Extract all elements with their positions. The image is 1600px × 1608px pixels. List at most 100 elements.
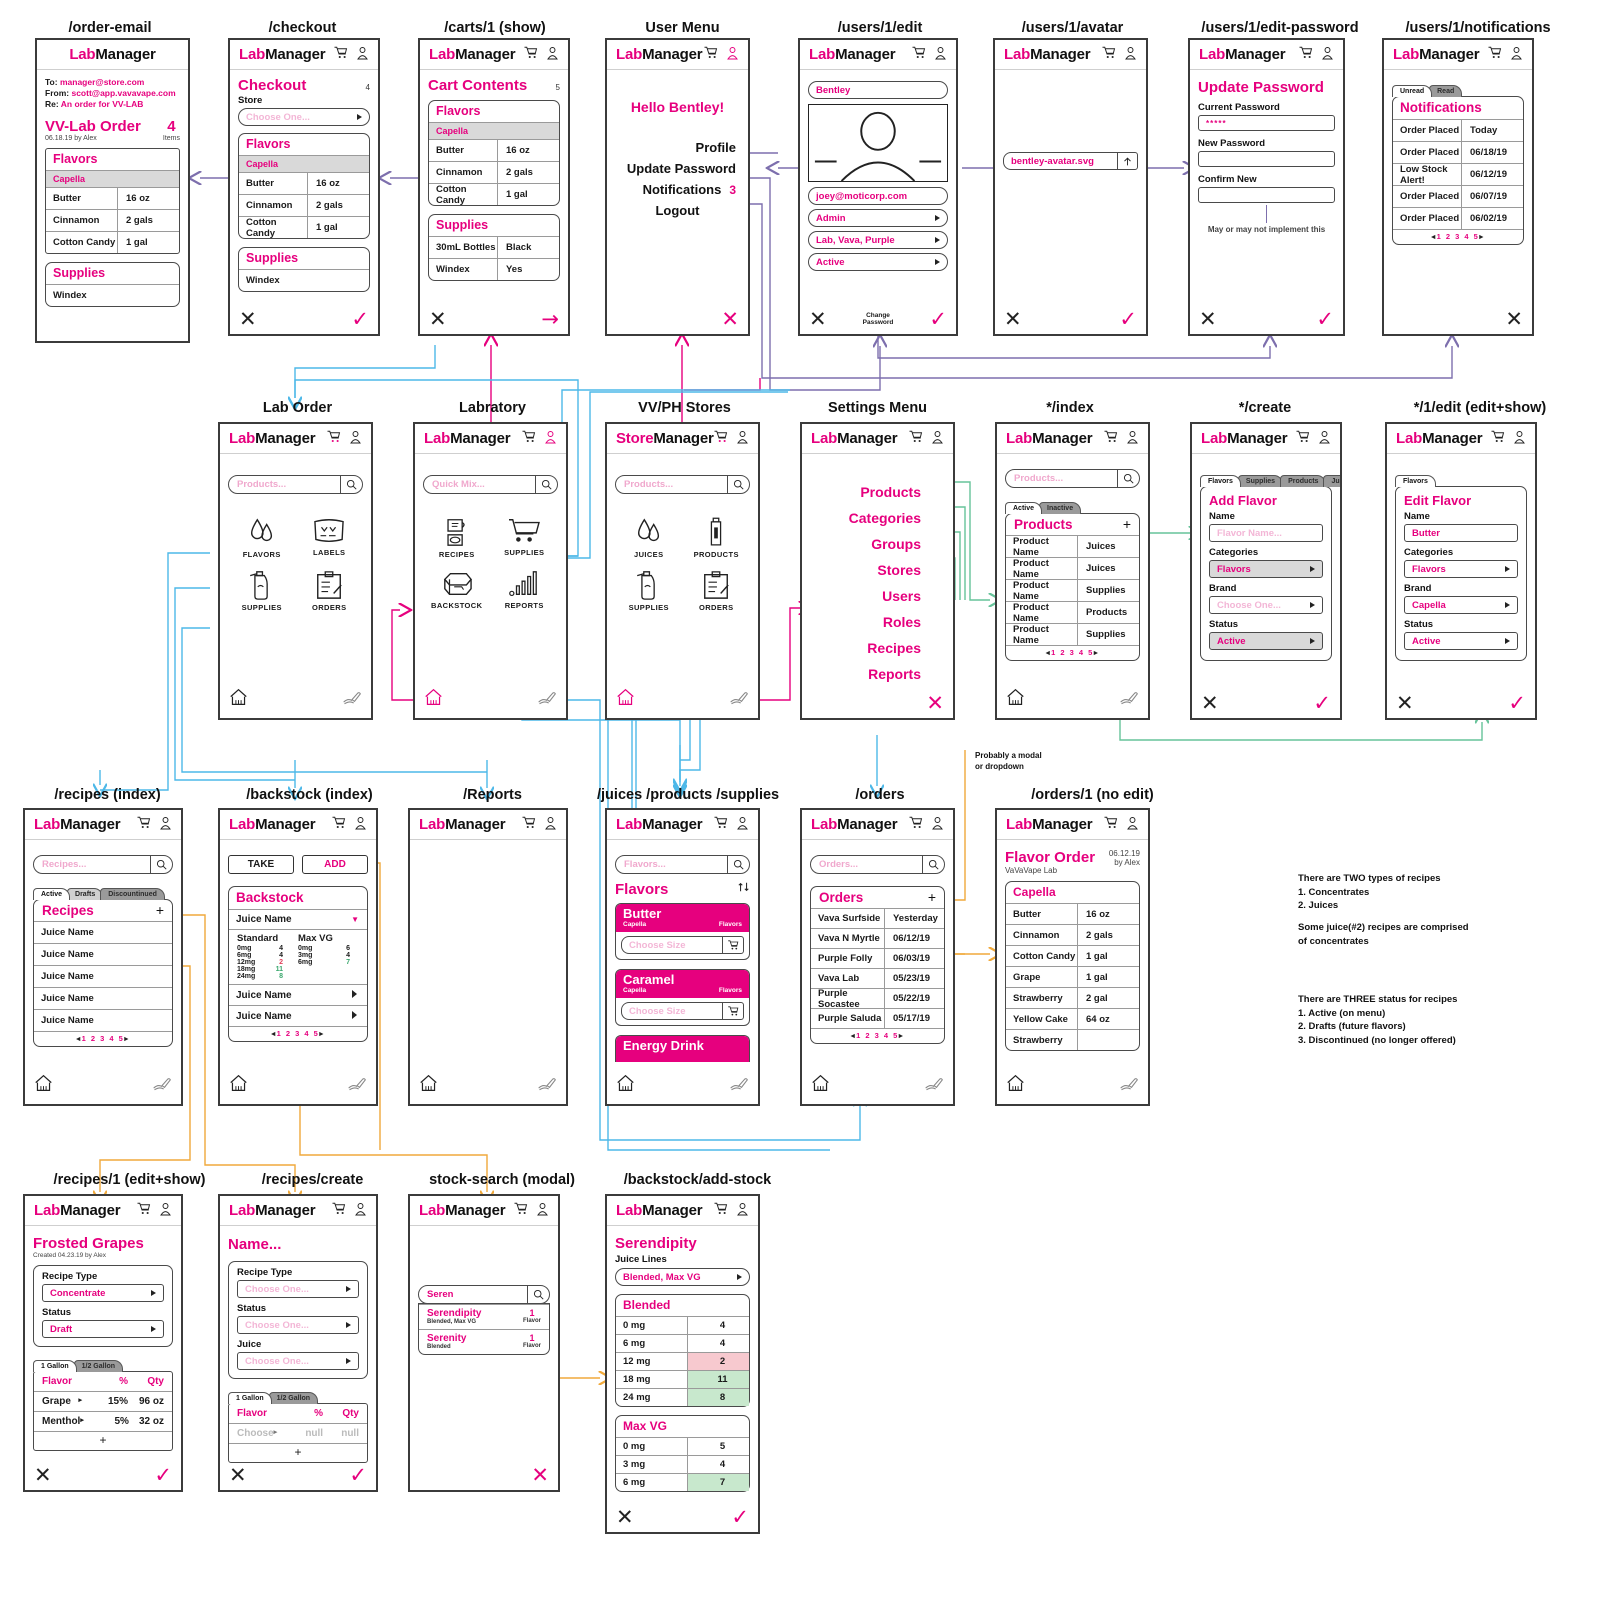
- confirm-button[interactable]: ✓: [1508, 693, 1526, 714]
- cart-icon[interactable]: [521, 815, 536, 832]
- settings-item-stores[interactable]: Stores: [810, 557, 927, 583]
- product-card[interactable]: Energy Drink: [615, 1035, 750, 1062]
- cancel-button[interactable]: ✕: [34, 1465, 52, 1486]
- table-row[interactable]: Order Placed 06/02/19: [1393, 207, 1523, 229]
- tools-icon[interactable]: [537, 1075, 557, 1098]
- list-item[interactable]: Juice Name: [34, 987, 172, 1009]
- pagination[interactable]: ◂1 2 3 4 5▸: [1006, 645, 1139, 660]
- cart-icon[interactable]: [513, 1201, 528, 1218]
- user-icon[interactable]: [1317, 429, 1332, 446]
- table-row[interactable]: 6 mg 4: [616, 1334, 749, 1352]
- tools-icon[interactable]: [342, 689, 362, 712]
- table-row[interactable]: Order Placed Today: [1393, 119, 1523, 141]
- name-field[interactable]: Bentley: [808, 81, 948, 99]
- tab-half-gallon[interactable]: 1/2 Gallon: [73, 1360, 124, 1372]
- close-button[interactable]: ✕: [926, 693, 944, 714]
- user-icon[interactable]: [1512, 429, 1527, 446]
- search-input[interactable]: Products...: [1005, 469, 1140, 488]
- table-row[interactable]: 6 mg 7: [616, 1473, 749, 1491]
- user-icon[interactable]: [930, 815, 945, 832]
- cart-icon[interactable]: [331, 815, 346, 832]
- status-select[interactable]: Choose One...: [237, 1316, 359, 1334]
- table-row[interactable]: Grape ▸ 15% 96 oz: [34, 1391, 172, 1411]
- cart-icon[interactable]: [1490, 429, 1505, 446]
- change-password-link[interactable]: Change Password: [863, 312, 894, 327]
- user-icon[interactable]: [543, 429, 558, 446]
- tab-1-gallon[interactable]: 1 Gallon: [228, 1392, 272, 1404]
- home-icon[interactable]: [811, 1074, 830, 1098]
- home-icon[interactable]: [419, 1074, 438, 1098]
- confirm-button[interactable]: ✓: [1316, 309, 1334, 330]
- confirm-button[interactable]: ✓: [351, 309, 369, 330]
- add-to-cart-button[interactable]: [722, 1002, 744, 1020]
- status-select[interactable]: Draft: [42, 1320, 164, 1338]
- table-row[interactable]: 0 mg 5: [616, 1437, 749, 1455]
- name-field[interactable]: Butter: [1404, 524, 1518, 542]
- stores-select[interactable]: Lab, Vava, Purple: [808, 231, 948, 249]
- avatar[interactable]: [808, 104, 948, 182]
- store-select[interactable]: Choose One...: [238, 108, 370, 126]
- list-item[interactable]: Serenity Blended 1 Flavor: [419, 1329, 549, 1354]
- table-row[interactable]: Order Placed 06/18/19: [1393, 141, 1523, 163]
- pagination[interactable]: ◂1 2 3 4 5▸: [229, 1026, 367, 1041]
- settings-item-recipes[interactable]: Recipes: [810, 635, 927, 661]
- pagination[interactable]: ◂1 2 3 4 5▸: [34, 1031, 172, 1046]
- tile-backstock[interactable]: BACKSTOCK: [423, 569, 491, 610]
- email-field[interactable]: joey@moticorp.com: [808, 187, 948, 205]
- add-button[interactable]: ADD: [302, 855, 368, 874]
- user-icon[interactable]: [355, 45, 370, 62]
- tools-icon[interactable]: [152, 1075, 172, 1098]
- categories-select[interactable]: Flavors: [1209, 560, 1323, 578]
- tile-juices[interactable]: JUICES: [615, 516, 683, 559]
- user-icon[interactable]: [930, 429, 945, 446]
- tab-flavors[interactable]: Flavors: [1395, 475, 1436, 487]
- tile-orders[interactable]: ORDERS: [296, 569, 364, 612]
- table-row[interactable]: Vava Lab 05/23/19: [811, 968, 944, 988]
- tab-drafts[interactable]: Drafts: [67, 888, 104, 900]
- add-button[interactable]: +: [156, 902, 164, 918]
- tile-supplies[interactable]: SUPPLIES: [615, 569, 683, 612]
- tab-supplies[interactable]: Supplies: [1237, 475, 1284, 487]
- upload-icon[interactable]: [1117, 153, 1137, 169]
- size-select[interactable]: Choose Size: [621, 1002, 722, 1020]
- home-icon[interactable]: [229, 1074, 248, 1098]
- pagination[interactable]: ◂1 2 3 4 5▸: [1393, 229, 1523, 244]
- cart-icon[interactable]: [1103, 429, 1118, 446]
- list-item[interactable]: Juice Name: [34, 943, 172, 965]
- pagination[interactable]: ◂1 2 3 4 5▸: [811, 1028, 944, 1043]
- user-icon[interactable]: [735, 1201, 750, 1218]
- tile-reports[interactable]: REPORTS: [491, 569, 559, 610]
- home-icon[interactable]: [616, 1074, 635, 1098]
- tile-products[interactable]: PRODUCTS: [683, 516, 751, 559]
- table-row[interactable]: Low Stock Alert! 06/12/19: [1393, 163, 1523, 186]
- close-button[interactable]: ✕: [531, 1465, 549, 1486]
- cart-icon[interactable]: [1103, 815, 1118, 832]
- home-icon[interactable]: [1006, 1074, 1025, 1098]
- tab-active[interactable]: Active: [33, 888, 71, 900]
- take-button[interactable]: TAKE: [228, 855, 294, 874]
- settings-item-products[interactable]: Products: [810, 479, 927, 505]
- tile-flavors[interactable]: FLAVORS: [228, 516, 296, 559]
- tab-unread[interactable]: Unread: [1392, 85, 1433, 97]
- categories-select[interactable]: Flavors: [1404, 560, 1518, 578]
- user-icon[interactable]: [348, 429, 363, 446]
- cart-icon[interactable]: [333, 45, 348, 62]
- list-item[interactable]: Juice Name: [229, 1005, 367, 1026]
- table-row[interactable]: 18 mg 11: [616, 1370, 749, 1388]
- cart-icon[interactable]: [713, 1201, 728, 1218]
- tab-flavors[interactable]: Flavors: [1200, 475, 1241, 487]
- cancel-button[interactable]: ✕: [429, 309, 447, 330]
- table-row[interactable]: Vava N Myrtle 06/12/19: [811, 928, 944, 948]
- tile-supplies[interactable]: SUPPLIES: [491, 516, 559, 559]
- settings-item-users[interactable]: Users: [810, 583, 927, 609]
- cart-icon[interactable]: [523, 45, 538, 62]
- confirm-button[interactable]: ✓: [1119, 309, 1137, 330]
- table-row[interactable]: Vava Surfside Yesterday: [811, 908, 944, 928]
- tile-orders[interactable]: ORDERS: [683, 569, 751, 612]
- table-row[interactable]: Purple Folly 06/03/19: [811, 948, 944, 968]
- tab-inactive[interactable]: Inactive: [1039, 502, 1082, 514]
- cart-icon[interactable]: [908, 429, 923, 446]
- status-select[interactable]: Active: [808, 253, 948, 271]
- search-input[interactable]: Flavors...: [615, 855, 750, 874]
- confirm-button[interactable]: ✓: [929, 309, 947, 330]
